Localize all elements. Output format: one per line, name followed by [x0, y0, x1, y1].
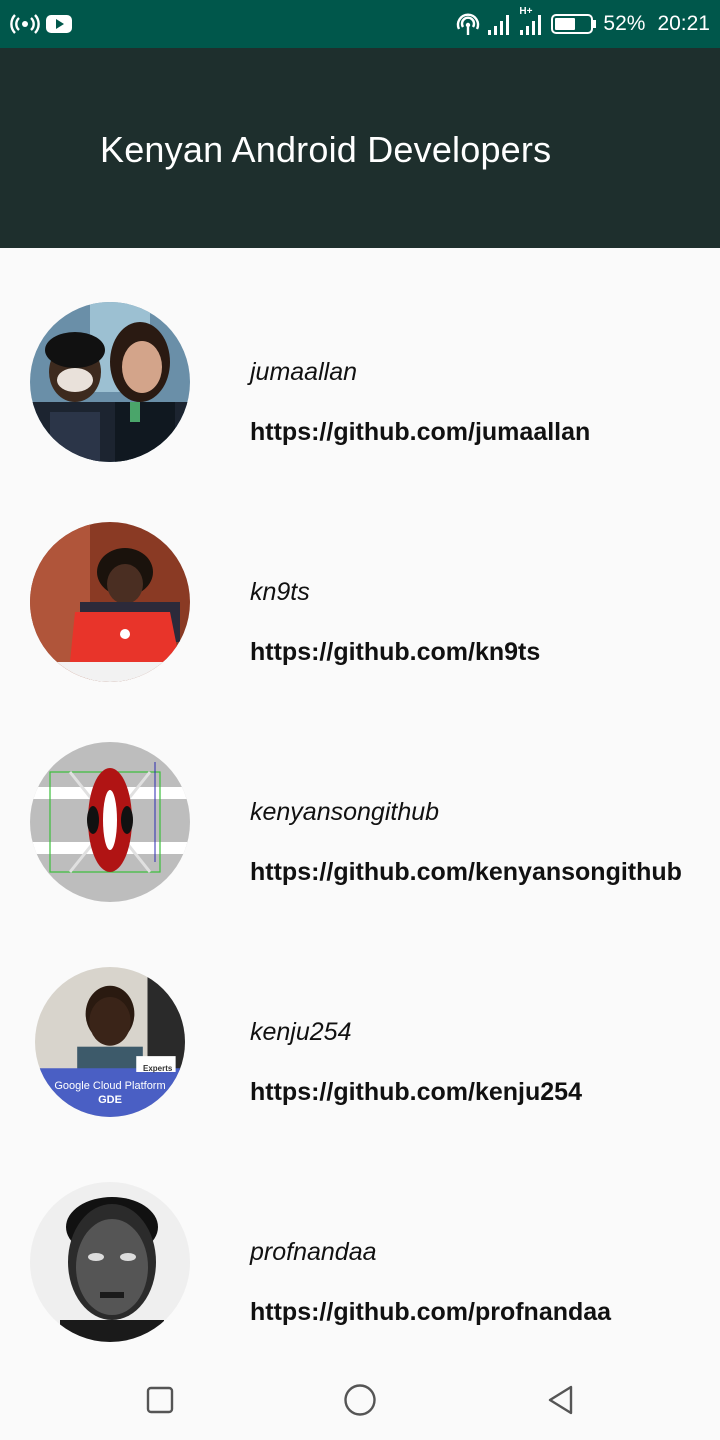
battery-percent: 52% [603, 12, 646, 35]
back-button[interactable] [540, 1380, 580, 1420]
status-left-icons [10, 10, 72, 38]
avatar: Experts Google Cloud Platform GDE [35, 967, 185, 1117]
avatar-image [30, 522, 190, 682]
developer-username: kn9ts [250, 578, 310, 606]
app-bar: Kenyan Android Developers [0, 48, 720, 248]
avatar [30, 1182, 190, 1342]
signal-strength-hplus-icon: H+ [519, 6, 545, 36]
clock: 20:21 [657, 12, 710, 35]
signal-strength-icon [487, 12, 513, 36]
developer-username: jumaallan [250, 358, 358, 386]
status-right-icons: H+ 52% 20:21 [455, 6, 710, 38]
avatar-badge: Experts [143, 1064, 173, 1073]
avatar-image [30, 1182, 190, 1342]
page-title: Kenyan Android Developers [100, 129, 552, 170]
developer-url[interactable]: https://github.com/kenyansongithub [250, 858, 682, 887]
list-item[interactable]: Experts Google Cloud Platform GDE kenju2… [0, 908, 720, 1128]
circle-icon [344, 1384, 376, 1416]
system-nav-bar [0, 1360, 720, 1440]
list-item[interactable]: profnandaa https://github.com/profnandaa [0, 1128, 720, 1348]
avatar [30, 742, 190, 902]
avatar-image [30, 302, 190, 462]
developer-username: kenyansongithub [250, 798, 440, 826]
wifi-hotspot-icon [455, 11, 481, 37]
avatar-image [30, 742, 190, 902]
home-button[interactable] [340, 1380, 380, 1420]
developer-username: kenju254 [250, 1018, 352, 1046]
network-type-label: H+ [519, 6, 533, 17]
youtube-icon [46, 14, 72, 34]
avatar [30, 522, 190, 682]
list-item[interactable]: kenyansongithub https://github.com/kenya… [0, 688, 720, 908]
developer-url[interactable]: https://github.com/kenju254 [250, 1078, 582, 1107]
hotspot-icon [10, 13, 40, 35]
developer-url[interactable]: https://github.com/profnandaa [250, 1298, 611, 1327]
square-icon [146, 1386, 174, 1414]
developer-url[interactable]: https://github.com/kn9ts [250, 638, 540, 667]
avatar [30, 302, 190, 462]
avatar-caption-line-2: GDE [98, 1094, 122, 1106]
avatar-caption-line-1: Google Cloud Platform [54, 1080, 166, 1092]
recents-button[interactable] [140, 1380, 180, 1420]
developer-url[interactable]: https://github.com/jumaallan [250, 418, 590, 447]
status-bar: H+ 52% 20:21 [0, 0, 720, 48]
developer-username: profnandaa [250, 1238, 377, 1266]
list-item[interactable]: jumaallan https://github.com/jumaallan [0, 248, 720, 468]
triangle-back-icon [548, 1385, 573, 1415]
battery-icon [551, 13, 597, 35]
list-item[interactable]: kn9ts https://github.com/kn9ts [0, 468, 720, 688]
